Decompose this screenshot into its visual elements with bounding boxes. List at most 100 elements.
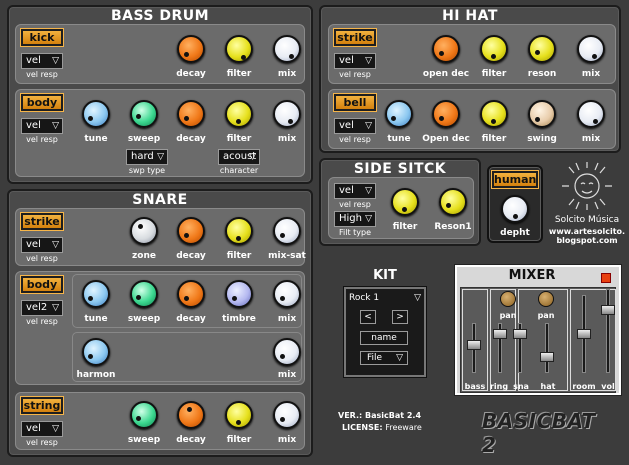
side-stick-title: SIDE SITCK xyxy=(353,161,447,177)
snare-strike-filter-knob[interactable] xyxy=(225,217,253,245)
human-button[interactable]: human xyxy=(491,170,539,189)
hh-bell-button[interactable]: bell xyxy=(333,93,377,112)
side-stick-filter-knob[interactable] xyxy=(391,188,419,216)
kick-mix-label: mix xyxy=(277,69,297,79)
kick-mix-knob[interactable] xyxy=(273,35,301,63)
bd-mix-knob[interactable] xyxy=(273,100,301,128)
hh-bell-section: bell vel ▽ vel resp tune Open dec filter … xyxy=(328,89,616,149)
room-fader[interactable] xyxy=(577,329,591,339)
snare-string-vel-select[interactable]: vel ▽ xyxy=(21,421,63,437)
kit-preset-select[interactable]: Rock 1 ▽ xyxy=(349,293,423,306)
snare-body-mix2-knob[interactable] xyxy=(273,338,301,366)
string-mix-label: mix xyxy=(277,435,297,445)
character-select[interactable]: acoust ▽ xyxy=(218,149,260,165)
string-sweep-knob[interactable] xyxy=(130,401,158,429)
pan-label-2: pan xyxy=(537,311,555,320)
hh-bell-filter-knob[interactable] xyxy=(480,100,508,128)
hh-bell-mix-label: mix xyxy=(581,134,601,144)
bd-body-button[interactable]: body xyxy=(20,93,64,112)
snare-zone-knob[interactable] xyxy=(130,217,158,245)
string-filter-knob[interactable] xyxy=(225,401,253,429)
kick-decay-knob[interactable] xyxy=(177,35,205,63)
pan-label-1: pan xyxy=(499,311,517,320)
mix-sat-knob[interactable] xyxy=(273,217,301,245)
bd-decay-knob[interactable] xyxy=(177,100,205,128)
reson1-label: Reson1 xyxy=(434,222,472,232)
ring-fader[interactable] xyxy=(493,329,507,339)
depht-knob[interactable] xyxy=(501,195,529,223)
snare-body-button[interactable]: body xyxy=(20,275,64,294)
sun-face-icon xyxy=(562,162,612,210)
vol-fader[interactable] xyxy=(601,305,615,315)
snare-strike-vel-select[interactable]: vel ▽ xyxy=(21,237,63,253)
kick-vel-select[interactable]: vel ▽ xyxy=(21,53,63,69)
hh-bell-tune-knob[interactable] xyxy=(385,100,413,128)
hh-strike-mix-knob[interactable] xyxy=(577,35,605,63)
hh-strike-filter-knob[interactable] xyxy=(480,35,508,63)
human-panel: human depht xyxy=(487,165,543,243)
snare-strike-decay-knob[interactable] xyxy=(177,217,205,245)
kick-section: kick vel ▽ vel resp decay filter mix xyxy=(15,24,305,84)
hat-channel-label: hat xyxy=(540,382,556,391)
filt-type-select[interactable]: High ▽ xyxy=(334,211,376,227)
snare-string-vel-label: vel resp xyxy=(26,438,58,447)
hh-strike-section: strike vel ▽ vel resp open dec filter res… xyxy=(328,24,616,84)
harmon-knob[interactable] xyxy=(82,338,110,366)
snare-title: SNARE xyxy=(132,192,188,208)
snare-body-mix-knob[interactable] xyxy=(273,280,301,308)
bd-tune-knob[interactable] xyxy=(82,100,110,128)
snare-strike-button[interactable]: strike xyxy=(20,212,64,231)
swp-type-select[interactable]: hard ▽ xyxy=(126,149,168,165)
kit-next-button[interactable]: > xyxy=(392,310,408,324)
hh-bell-open-dec-knob[interactable] xyxy=(432,100,460,128)
kit-panel: Rock 1 ▽ < > name File ▽ xyxy=(343,286,427,378)
snare-tune-knob[interactable] xyxy=(82,280,110,308)
version-label: VER.: xyxy=(338,411,363,420)
snare-body-decay-knob[interactable] xyxy=(177,280,205,308)
kick-filter-knob[interactable] xyxy=(225,35,253,63)
filt-type-label: Filt type xyxy=(338,228,371,237)
hh-bell-vel-select[interactable]: vel ▽ xyxy=(334,118,376,134)
kit-prev-button[interactable]: < xyxy=(360,310,376,324)
license-value: Freeware xyxy=(385,423,422,432)
string-mix-knob[interactable] xyxy=(273,401,301,429)
snare-body-mix2-label: mix xyxy=(277,370,297,380)
string-decay-knob[interactable] xyxy=(177,401,205,429)
hat-fader[interactable] xyxy=(540,352,554,362)
solcito-url-2: blogspot.com xyxy=(556,236,618,245)
reson1-knob[interactable] xyxy=(439,188,467,216)
hh-reson-knob[interactable] xyxy=(528,35,556,63)
swp-type-label: swp type xyxy=(128,166,166,175)
side-stick-vel-select[interactable]: vel ▽ xyxy=(334,183,376,199)
timbre-knob[interactable] xyxy=(225,280,253,308)
hh-swing-knob[interactable] xyxy=(528,100,556,128)
snare-body-vel-select[interactable]: vel2 ▽ xyxy=(21,300,63,316)
kick-button[interactable]: kick xyxy=(20,28,64,47)
hh-strike-vel-label: vel resp xyxy=(339,70,371,79)
bd-filter-knob[interactable] xyxy=(225,100,253,128)
bd-sweep-knob[interactable] xyxy=(130,100,158,128)
harmon-label: harmon xyxy=(76,370,116,380)
pan-knob-1[interactable] xyxy=(500,291,516,307)
mixer-panel: MIXER pan pan bass ring sna hat room vol xyxy=(454,264,622,396)
snare-string-button[interactable]: string xyxy=(20,396,64,415)
kit-file-menu[interactable]: File ▽ xyxy=(360,351,408,365)
hh-strike-button[interactable]: strike xyxy=(333,28,377,47)
kit-name-button[interactable]: name xyxy=(360,331,408,345)
hh-open-dec-knob[interactable] xyxy=(432,35,460,63)
solcito-name: Solcito Música xyxy=(554,215,620,225)
vol-channel-label: vol xyxy=(601,382,615,391)
bass-fader[interactable] xyxy=(467,340,481,350)
snare-sweep-knob[interactable] xyxy=(130,280,158,308)
hi-hat-title: HI HAT xyxy=(442,8,498,24)
snare-body-section: body vel2 ▽ vel resp tune sweep decay tim… xyxy=(15,271,305,385)
bd-body-vel-select[interactable]: vel ▽ xyxy=(21,118,63,134)
snare-strike-vel-label: vel resp xyxy=(26,254,58,263)
mixer-power-led[interactable] xyxy=(601,273,611,283)
side-stick-section: vel ▽ vel resp High ▽ Filt type filter Res… xyxy=(328,177,474,239)
hh-bell-mix-knob[interactable] xyxy=(577,100,605,128)
mixer-title: MIXER xyxy=(508,268,556,283)
hh-strike-vel-select[interactable]: vel ▽ xyxy=(334,53,376,69)
pan-knob-2[interactable] xyxy=(538,291,554,307)
sna-fader[interactable] xyxy=(513,329,527,339)
